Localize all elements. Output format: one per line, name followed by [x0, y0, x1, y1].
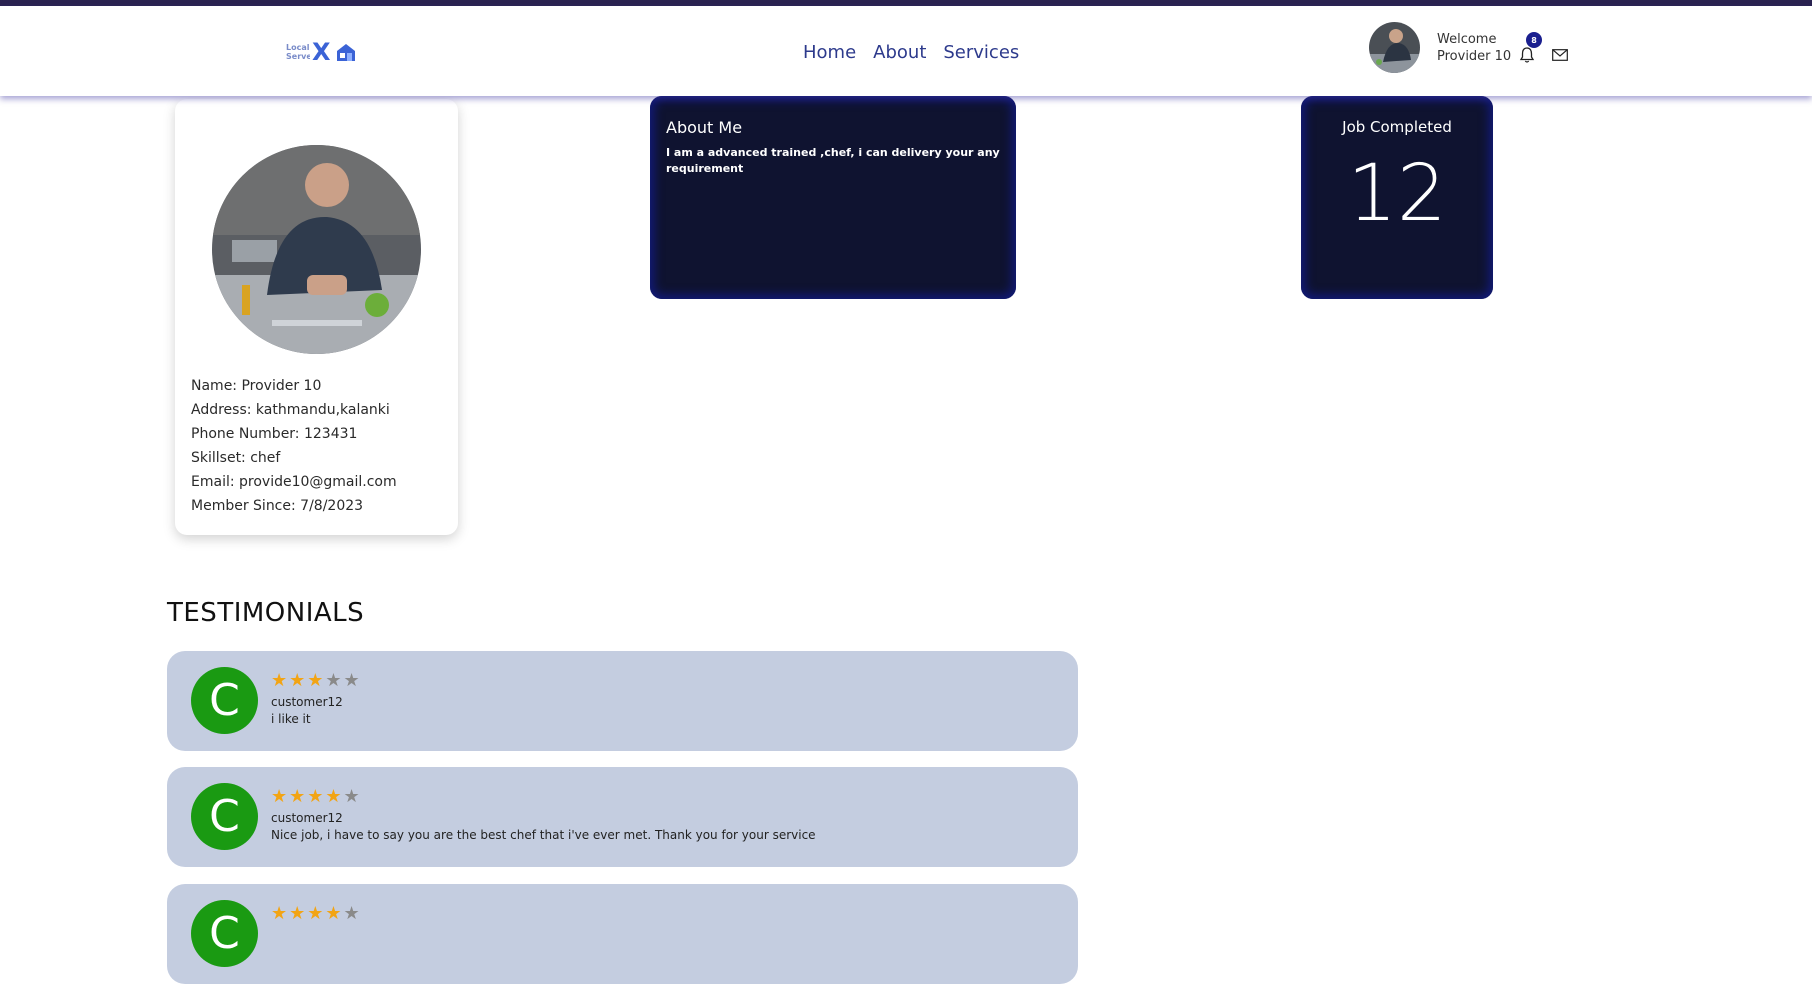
customer-avatar: C — [191, 783, 258, 850]
profile-address: Address: kathmandu,kalanki — [191, 402, 390, 418]
star-rating: ★★★★★ — [271, 786, 362, 807]
about-title: About Me — [666, 118, 743, 137]
logo-text: Local Serve — [286, 43, 310, 61]
nav-services[interactable]: Services — [943, 42, 1019, 63]
profile-details: Name: Provider 10 Address: kathmandu,kal… — [191, 374, 397, 518]
mail-icon[interactable] — [1552, 49, 1568, 61]
testimonials-heading: TESTIMONIALS — [167, 598, 365, 628]
testimonial-card: C ★★★★★ customer12 i like it — [167, 651, 1078, 751]
chef-photo-icon — [1369, 22, 1420, 73]
stars-filled: ★★★ — [271, 670, 326, 691]
nav-home[interactable]: Home — [803, 42, 856, 63]
jobs-count: 12 — [1347, 149, 1447, 239]
logo-x: X — [312, 38, 331, 66]
notification-badge: 8 — [1526, 32, 1542, 48]
testimonial-card: C ★★★★★ — [167, 884, 1078, 984]
jobs-completed-card: Job Completed 12 — [1301, 96, 1493, 299]
star-rating: ★★★★★ — [271, 670, 362, 691]
profile-phone: Phone Number: 123431 — [191, 426, 358, 442]
stars-filled: ★★★★ — [271, 786, 344, 807]
testimonial-card: C ★★★★★ customer12 Nice job, i have to s… — [167, 767, 1078, 867]
stars-empty: ★ — [343, 786, 362, 807]
profile-member-since: Member Since: 7/8/2023 — [191, 498, 364, 514]
jobs-title: Job Completed — [1342, 118, 1452, 136]
profile-email: Email: provide10@gmail.com — [191, 474, 397, 490]
nav-about[interactable]: About — [873, 42, 926, 63]
chef-photo-icon — [212, 145, 421, 354]
stars-empty: ★ — [343, 903, 362, 924]
star-rating: ★★★★★ — [271, 903, 362, 924]
avatar[interactable] — [1369, 22, 1420, 73]
testimonial-comment: i like it — [271, 712, 311, 726]
testimonial-comment: Nice job, i have to say you are the best… — [271, 828, 816, 842]
about-text: I am a advanced trained ,chef, i can del… — [666, 146, 1000, 175]
profile-skillset: Skillset: chef — [191, 450, 281, 466]
logo[interactable]: Local Serve X — [286, 40, 357, 64]
navbar: Local Serve X Home About Services Welcom… — [0, 6, 1812, 96]
about-me-card: About Me I am a advanced trained ,chef, … — [650, 96, 1016, 299]
customer-avatar: C — [191, 900, 258, 967]
house-icon — [336, 44, 355, 61]
customer-avatar: C — [191, 667, 258, 734]
stars-filled: ★★★★ — [271, 903, 344, 924]
user-menu[interactable]: Welcome Provider 10 — [1369, 22, 1511, 73]
stars-empty: ★★ — [325, 670, 362, 691]
main-nav: Home About Services — [803, 42, 1019, 63]
profile-photo — [212, 145, 421, 354]
welcome-text: Welcome Provider 10 — [1437, 31, 1511, 65]
welcome-label: Welcome — [1437, 31, 1497, 47]
customer-name: customer12 — [271, 811, 343, 825]
profile-card: Name: Provider 10 Address: kathmandu,kal… — [175, 99, 458, 535]
profile-name: Name: Provider 10 — [191, 378, 322, 394]
bell-icon[interactable] — [1518, 46, 1536, 64]
customer-name: customer12 — [271, 695, 343, 709]
welcome-username: Provider 10 — [1437, 48, 1512, 64]
